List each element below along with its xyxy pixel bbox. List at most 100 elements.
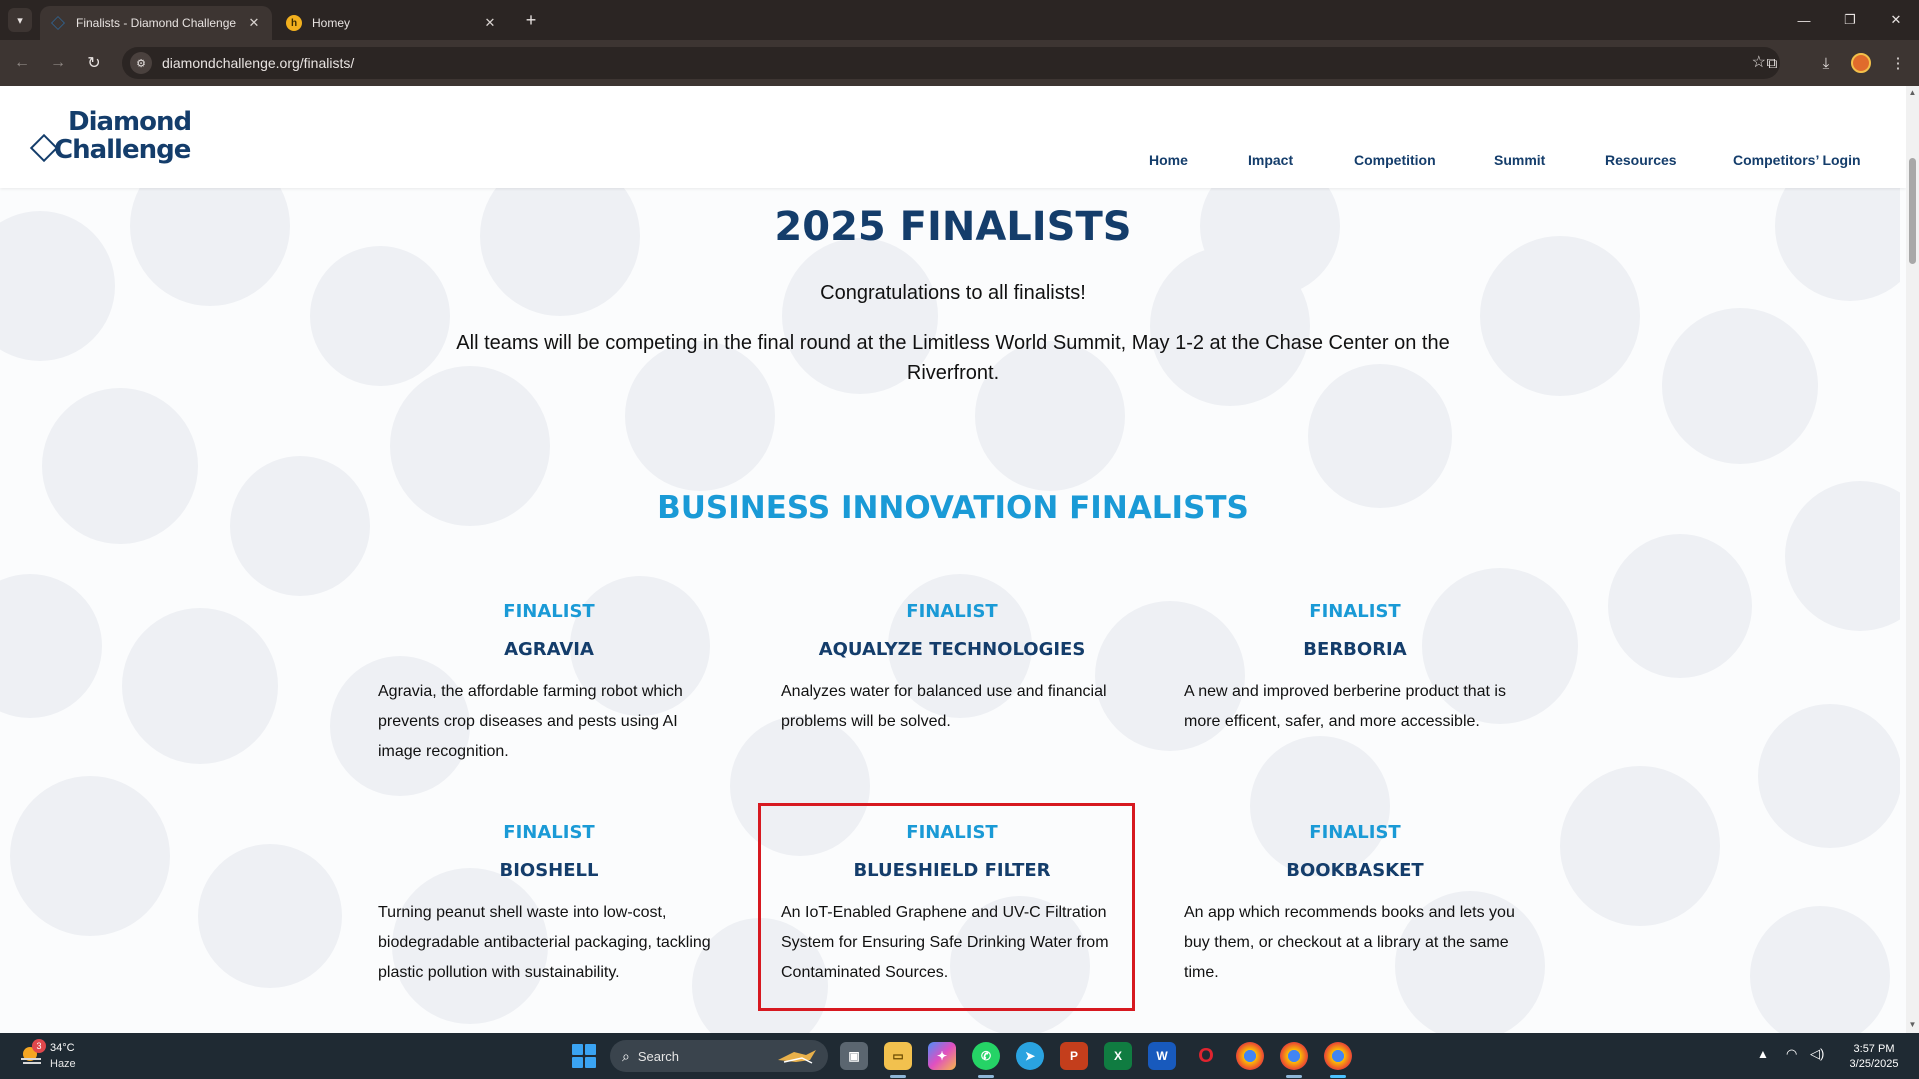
finalist-card-bioshell: FINALIST BIOSHELL Turning peanut shell w…	[378, 822, 720, 988]
finalist-name: BIOSHELL	[499, 860, 599, 881]
intro-text: All teams will be competing in the final…	[456, 332, 1450, 384]
powerpoint-icon[interactable]: P	[1060, 1042, 1088, 1070]
weather-condition[interactable]: Haze	[50, 1058, 76, 1070]
tab-search-button[interactable]: ▾	[8, 8, 32, 32]
finalist-name: BERBORIA	[1303, 639, 1407, 660]
tab-title: Homey	[312, 16, 351, 30]
finalist-description: Turning peanut shell waste into low-cost…	[378, 904, 711, 981]
chrome-profile-icon[interactable]	[1280, 1042, 1308, 1070]
finalist-description: An app which recommends books and lets y…	[1184, 904, 1515, 981]
finalist-description: Analyzes water for balanced use and fina…	[781, 683, 1107, 730]
address-bar[interactable]: ⚙ diamondchallenge.org/finalists/ ☆	[122, 47, 1780, 79]
task-view-icon[interactable]: ▣	[840, 1042, 868, 1070]
chevron-up-icon[interactable]: ▲	[1757, 1047, 1769, 1061]
finalist-label: FINALIST	[1309, 601, 1401, 622]
active-app-indicator	[978, 1075, 994, 1078]
active-app-indicator	[1330, 1075, 1346, 1078]
search-icon: ⌕	[622, 1047, 630, 1064]
logo-line-1: Diamond	[68, 107, 192, 137]
congrats-text: Congratulations to all finalists!	[820, 282, 1086, 304]
finalist-label: FINALIST	[503, 822, 595, 843]
search-placeholder: Search	[637, 1048, 680, 1064]
taskbar-search[interactable]: ⌕ Search	[610, 1040, 828, 1072]
volume-icon[interactable]: ◁)	[1810, 1046, 1824, 1062]
page-title: 2025 FINALISTS	[774, 204, 1132, 250]
system-clock[interactable]: 3:57 PM 3/25/2025	[1842, 1042, 1906, 1072]
copilot-icon[interactable]: ✦	[928, 1042, 956, 1070]
search-highlight-art-icon	[778, 1050, 816, 1064]
highlight-box	[758, 803, 1135, 1011]
finalist-description: Agravia, the affordable farming robot wh…	[378, 683, 683, 760]
forward-button[interactable]: →	[46, 51, 70, 75]
logo-line-2: Challenge	[54, 135, 191, 165]
arrow-left-icon: ←	[14, 54, 30, 71]
scroll-down-icon[interactable]: ▼	[1908, 1020, 1917, 1029]
word-icon[interactable]: W	[1148, 1042, 1176, 1070]
diamond-challenge-favicon	[50, 15, 66, 31]
tab-title: Finalists - Diamond Challenge	[76, 16, 237, 30]
nav-resources[interactable]: Resources	[1605, 152, 1677, 168]
finalist-card-agravia: FINALIST AGRAVIA Agravia, the affordable…	[378, 601, 720, 767]
finalist-label: FINALIST	[1309, 822, 1401, 843]
tab-homey[interactable]: h Homey ✕	[276, 6, 508, 40]
finalist-card-aqualyze: FINALIST AQUALYZE TECHNOLOGIES Analyzes …	[781, 601, 1123, 737]
windows-start-icon[interactable]	[572, 1044, 596, 1068]
finalist-card-berboria: FINALIST BERBORIA A new and improved ber…	[1184, 601, 1526, 737]
weather-badge: 3	[32, 1039, 46, 1053]
finalist-card-bookbasket: FINALIST BOOKBASKET An app which recomme…	[1184, 822, 1526, 988]
plus-icon: +	[525, 10, 537, 30]
back-button[interactable]: ←	[10, 51, 34, 75]
file-explorer-icon[interactable]: ▭	[884, 1042, 912, 1070]
browser-toolbar: ← → ↻ ⚙ diamondchallenge.org/finalists/ …	[0, 40, 1919, 86]
minimize-button[interactable]: —	[1781, 0, 1827, 40]
nav-competitors-login[interactable]: Competitors’ Login	[1733, 152, 1861, 168]
wifi-icon[interactable]: ◠	[1786, 1046, 1797, 1062]
finalist-name: BOOKBASKET	[1286, 860, 1424, 881]
nav-competition[interactable]: Competition	[1354, 152, 1436, 168]
excel-icon[interactable]: X	[1104, 1042, 1132, 1070]
page-viewport: Diamond Challenge Home Impact Competitio…	[0, 86, 1919, 1033]
homey-favicon: h	[286, 15, 302, 31]
close-icon: ✕	[1890, 12, 1902, 27]
nav-impact[interactable]: Impact	[1248, 152, 1293, 168]
site-header: Diamond Challenge Home Impact Competitio…	[0, 86, 1906, 188]
reload-icon: ↻	[87, 55, 101, 72]
restore-button[interactable]: ❐	[1827, 0, 1873, 40]
tab-finalists[interactable]: Finalists - Diamond Challenge ✕	[40, 6, 272, 40]
finalist-name: AQUALYZE TECHNOLOGIES	[818, 639, 1086, 660]
chevron-down-icon: ▾	[17, 14, 23, 27]
download-icon[interactable]: ⤓	[1814, 51, 1838, 75]
diamond-challenge-logo[interactable]: Diamond Challenge	[29, 107, 204, 168]
reload-button[interactable]: ↻	[82, 51, 106, 75]
opera-icon[interactable]: O	[1192, 1042, 1220, 1070]
finalist-description: A new and improved berberine product tha…	[1184, 683, 1506, 730]
restore-icon: ❐	[1844, 12, 1856, 27]
scroll-up-icon[interactable]: ▲	[1908, 88, 1917, 97]
whatsapp-icon[interactable]: ✆	[972, 1042, 1000, 1070]
clock-date: 3/25/2025	[1849, 1058, 1899, 1070]
close-window-button[interactable]: ✕	[1873, 0, 1919, 40]
site-info-icon[interactable]: ⚙	[130, 52, 152, 74]
more-menu-icon[interactable]: ⋮	[1886, 51, 1910, 75]
close-icon[interactable]: ✕	[246, 15, 262, 31]
finalist-label: FINALIST	[503, 601, 595, 622]
extensions-icon[interactable]: ⧉	[1760, 51, 1784, 75]
arrow-right-icon: →	[50, 54, 66, 71]
chrome-active-icon[interactable]	[1324, 1042, 1352, 1070]
minimize-icon: —	[1797, 12, 1811, 28]
chrome-icon[interactable]	[1236, 1042, 1264, 1070]
scroll-thumb[interactable]	[1909, 158, 1916, 264]
telegram-icon[interactable]: ➤	[1016, 1042, 1044, 1070]
close-icon[interactable]: ✕	[482, 15, 498, 31]
browser-titlebar: ▾ Finalists - Diamond Challenge ✕ h Home…	[0, 0, 1919, 40]
page-scrollbar[interactable]: ▲ ▼	[1906, 86, 1919, 1033]
weather-temperature[interactable]: 34°C	[50, 1042, 75, 1054]
windows-taskbar: 3 34°C Haze ⌕ Search ▣ ▭ ✦ ✆ ➤ P X W O ▲…	[0, 1033, 1919, 1079]
new-tab-button[interactable]: +	[520, 9, 542, 31]
url-text[interactable]: diamondchallenge.org/finalists/	[162, 55, 354, 71]
section-title: BUSINESS INNOVATION FINALISTS	[657, 490, 1249, 526]
finalist-name: AGRAVIA	[504, 639, 594, 660]
profile-avatar[interactable]	[1851, 53, 1871, 73]
nav-summit[interactable]: Summit	[1494, 152, 1545, 168]
nav-home[interactable]: Home	[1149, 152, 1188, 168]
